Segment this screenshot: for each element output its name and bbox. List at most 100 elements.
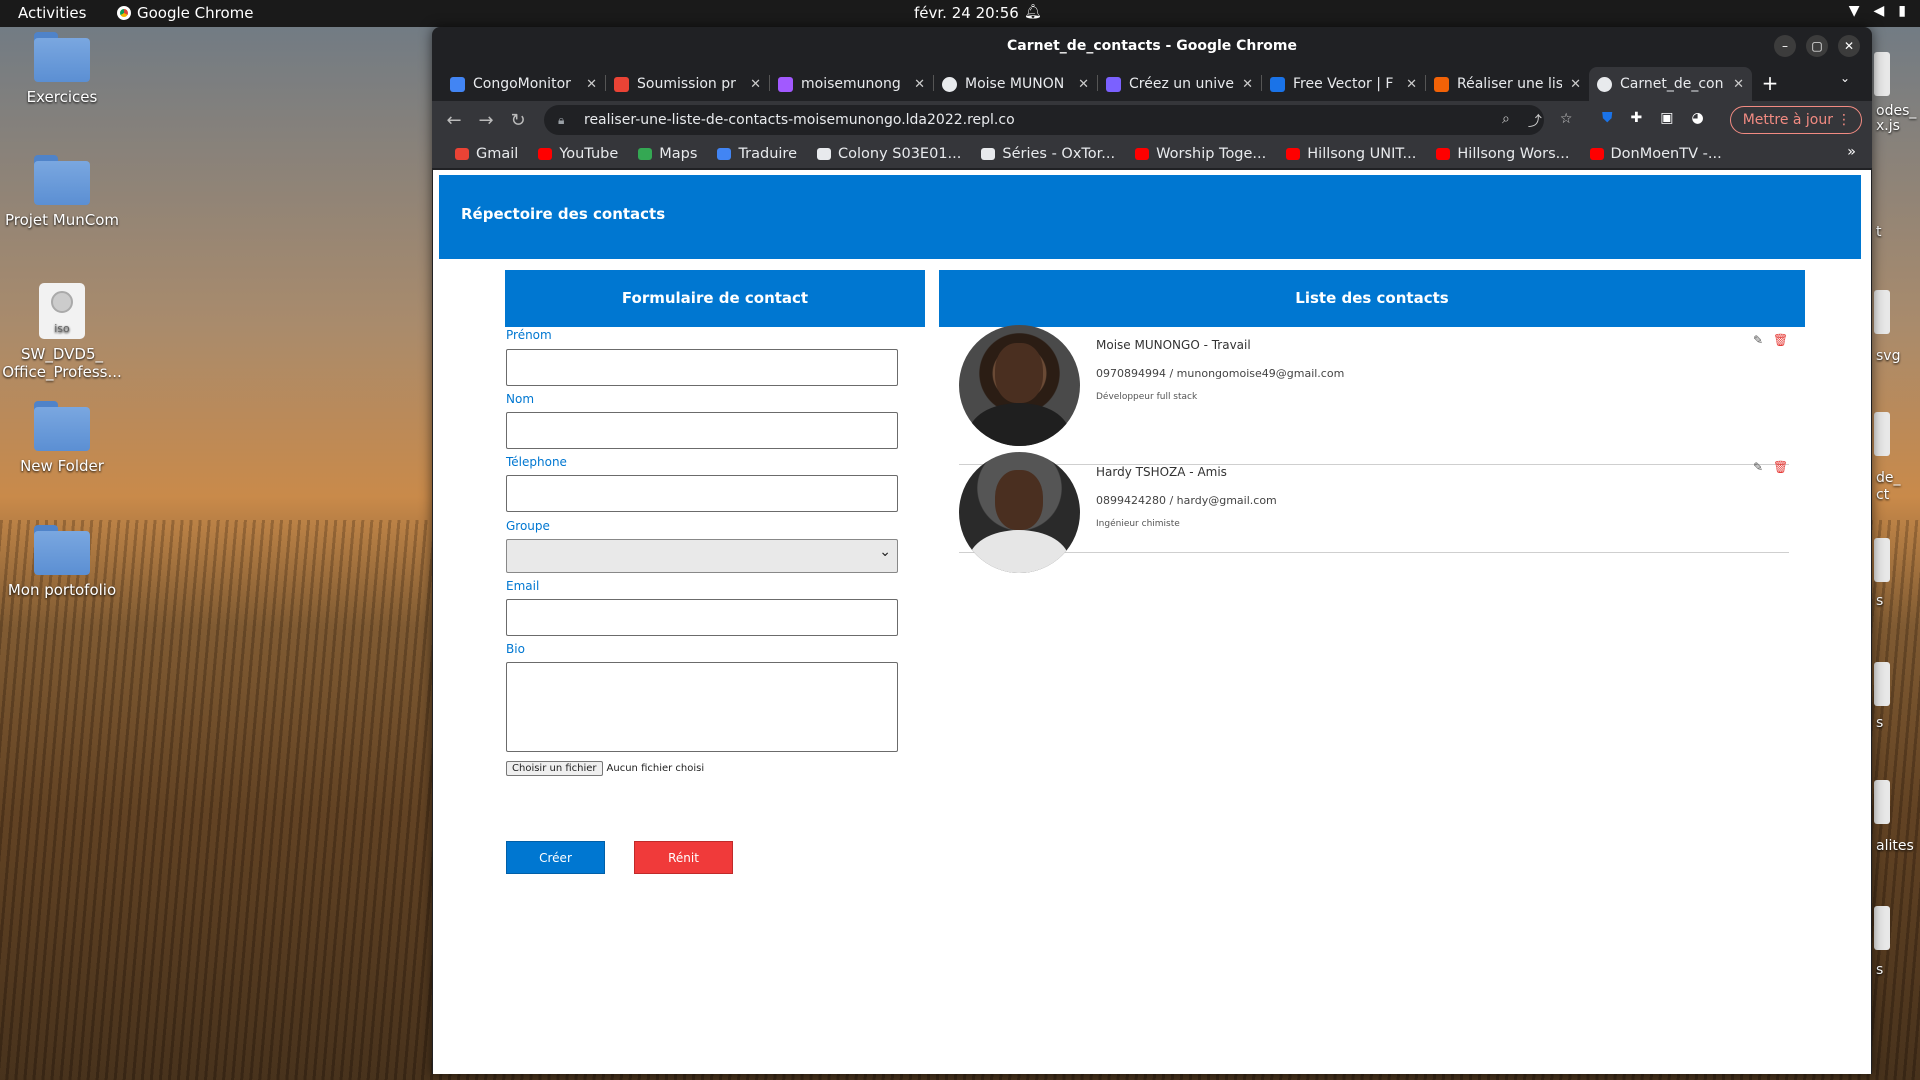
choose-file-button[interactable]: Choisir un fichier	[506, 761, 603, 776]
profile-avatar-icon[interactable]: ◕	[1691, 110, 1703, 126]
desktop-icon-label: Mon portofolio	[7, 581, 117, 599]
window-titlebar[interactable]: Carnet_de_contacts - Google Chrome – ▢ ✕	[432, 27, 1872, 65]
reload-icon[interactable]: ↻	[502, 110, 534, 131]
desktop-folder-mon-portofolio[interactable]: Mon portofolio	[0, 525, 125, 599]
page-icon	[817, 147, 831, 160]
system-tray[interactable]: ▼ ◀ ▮	[1849, 3, 1906, 19]
groupe-select[interactable]	[506, 539, 898, 573]
bio-label: Bio	[506, 642, 525, 656]
edit-contact-icon[interactable]: ✎	[1753, 333, 1763, 347]
email-field[interactable]	[506, 599, 898, 636]
close-tab-icon[interactable]: ✕	[1570, 77, 1581, 92]
update-button[interactable]: Mettre à jour ⋮	[1729, 106, 1862, 134]
nom-field[interactable]	[506, 412, 898, 449]
telephone-field[interactable]	[506, 475, 898, 512]
prenom-field[interactable]	[506, 349, 898, 386]
browser-tab[interactable]: Soumission pr ✕	[606, 67, 769, 101]
browser-tab[interactable]: Free Vector | F ✕	[1262, 67, 1425, 101]
delete-contact-icon[interactable]: 🗑︎	[1773, 333, 1788, 347]
close-tab-icon[interactable]: ✕	[586, 77, 597, 92]
desktop-icon-label: SW_DVD5_ Office_Profess...	[2, 345, 122, 381]
bookmark-traduire[interactable]: Traduire	[710, 146, 804, 162]
bookmark-colony[interactable]: Colony S03E01...	[810, 146, 968, 162]
close-tab-icon[interactable]: ✕	[1733, 77, 1744, 92]
close-tab-icon[interactable]: ✕	[1406, 77, 1417, 92]
close-tab-icon[interactable]: ✕	[1242, 77, 1253, 92]
bookmark-series[interactable]: Séries - OxTor...	[974, 146, 1122, 162]
desktop-folder-new-folder[interactable]: New Folder	[0, 401, 125, 475]
bookmarks-bar: Gmail YouTube Maps Traduire Colony S03E0…	[432, 139, 1872, 169]
close-tab-icon[interactable]: ✕	[750, 77, 761, 92]
activities-button[interactable]: Activities	[18, 4, 86, 22]
shield-extension-icon[interactable]: ⛊	[1602, 110, 1613, 126]
update-button-label: Mettre à jour	[1742, 112, 1833, 128]
bookmark-gmail[interactable]: Gmail	[448, 146, 525, 162]
desktop-file-partial[interactable]	[1874, 412, 1890, 456]
browser-tab[interactable]: Réaliser une lis ✕	[1426, 67, 1589, 101]
clock[interactable]: févr. 24 20:56	[914, 4, 1019, 22]
share-icon[interactable]: ⤴	[1528, 111, 1542, 131]
browser-tab[interactable]: CongoMonitor ✕	[442, 67, 605, 101]
disc-icon	[51, 291, 73, 313]
bookmark-star-icon[interactable]: ☆	[1560, 111, 1573, 131]
bookmark-donmoen[interactable]: DonMoenTV -...	[1583, 146, 1729, 162]
close-tab-icon[interactable]: ✕	[1078, 77, 1089, 92]
back-icon[interactable]: ←	[438, 110, 470, 131]
desktop-file-partial[interactable]	[1874, 290, 1890, 334]
minimize-button[interactable]: –	[1774, 35, 1796, 57]
bookmark-maps[interactable]: Maps	[631, 146, 704, 162]
bookmarks-overflow-icon[interactable]: »	[1847, 144, 1856, 160]
tab-favicon-icon	[942, 76, 957, 92]
tab-favicon-icon	[614, 76, 629, 92]
create-button[interactable]: Créer	[506, 841, 605, 874]
bookmark-worship[interactable]: Worship Toge...	[1128, 146, 1273, 162]
forward-icon[interactable]: →	[470, 110, 502, 131]
tab-search-icon[interactable]: ⌄	[1840, 71, 1850, 85]
reset-button[interactable]: Rénit	[634, 841, 733, 874]
desktop-file-partial[interactable]	[1874, 538, 1890, 582]
tab-title: Moise MUNON	[965, 76, 1065, 92]
desktop-file-partial[interactable]	[1874, 780, 1890, 824]
address-bar[interactable]: 🔒︎ realiser-une-liste-de-contacts-moisem…	[544, 105, 1544, 135]
browser-tab[interactable]: Moise MUNON ✕	[934, 67, 1097, 101]
file-status: Aucun fichier choisi	[606, 763, 705, 774]
browser-tab[interactable]: moisemunong ✕	[770, 67, 933, 101]
desktop-iso-file[interactable]: iso SW_DVD5_ Office_Profess...	[0, 283, 125, 381]
bio-textarea[interactable]	[506, 662, 898, 752]
app-menu[interactable]: Google Chrome	[117, 4, 254, 22]
nom-label: Nom	[506, 392, 535, 406]
groupe-label: Groupe	[506, 519, 550, 533]
tab-favicon-icon	[1106, 76, 1121, 92]
maximize-button[interactable]: ▢	[1806, 35, 1828, 57]
email-label: Email	[506, 579, 540, 593]
bookmark-hillsong-united[interactable]: Hillsong UNIT...	[1279, 146, 1423, 162]
edit-contact-icon[interactable]: ✎	[1753, 460, 1763, 474]
desktop-file-partial[interactable]	[1874, 662, 1890, 706]
browser-tab-active[interactable]: Carnet_de_con ✕	[1589, 67, 1752, 101]
tab-title: Soumission pr	[637, 76, 736, 92]
desktop-label-partial: s	[1876, 593, 1884, 609]
bell-icon: 🔔︎	[1024, 4, 1042, 20]
desktop-file-partial[interactable]	[1874, 906, 1890, 950]
system-top-bar: Activities Google Chrome févr. 24 20:56 …	[0, 0, 1920, 27]
new-tab-button[interactable]: +	[1752, 65, 1788, 101]
bookmark-hillsong-worship[interactable]: Hillsong Wors...	[1429, 146, 1576, 162]
bookmark-label: Séries - OxTor...	[1002, 145, 1116, 162]
tab-title: Free Vector | F	[1293, 76, 1394, 92]
tab-title: Créez un unive	[1129, 76, 1234, 92]
close-window-button[interactable]: ✕	[1838, 35, 1860, 57]
bookmark-label: Gmail	[476, 145, 519, 162]
zoom-icon[interactable]: ⌕	[1502, 111, 1510, 131]
youtube-icon	[538, 147, 553, 160]
close-tab-icon[interactable]: ✕	[914, 77, 925, 92]
desktop-file-partial[interactable]	[1874, 52, 1890, 96]
folder-icon	[34, 32, 90, 82]
bookmark-youtube[interactable]: YouTube	[531, 146, 625, 162]
delete-contact-icon[interactable]: 🗑︎	[1773, 460, 1788, 474]
side-panel-icon[interactable]: ▣	[1660, 110, 1673, 126]
desktop-folder-projet-muncom[interactable]: Projet MunCom	[0, 155, 125, 229]
form-panel-header: Formulaire de contact	[505, 270, 925, 327]
browser-tab[interactable]: Créez un unive ✕	[1098, 67, 1261, 101]
puzzle-extensions-icon[interactable]: ✚	[1631, 110, 1643, 126]
desktop-folder-exercices[interactable]: Exercices	[0, 32, 125, 106]
